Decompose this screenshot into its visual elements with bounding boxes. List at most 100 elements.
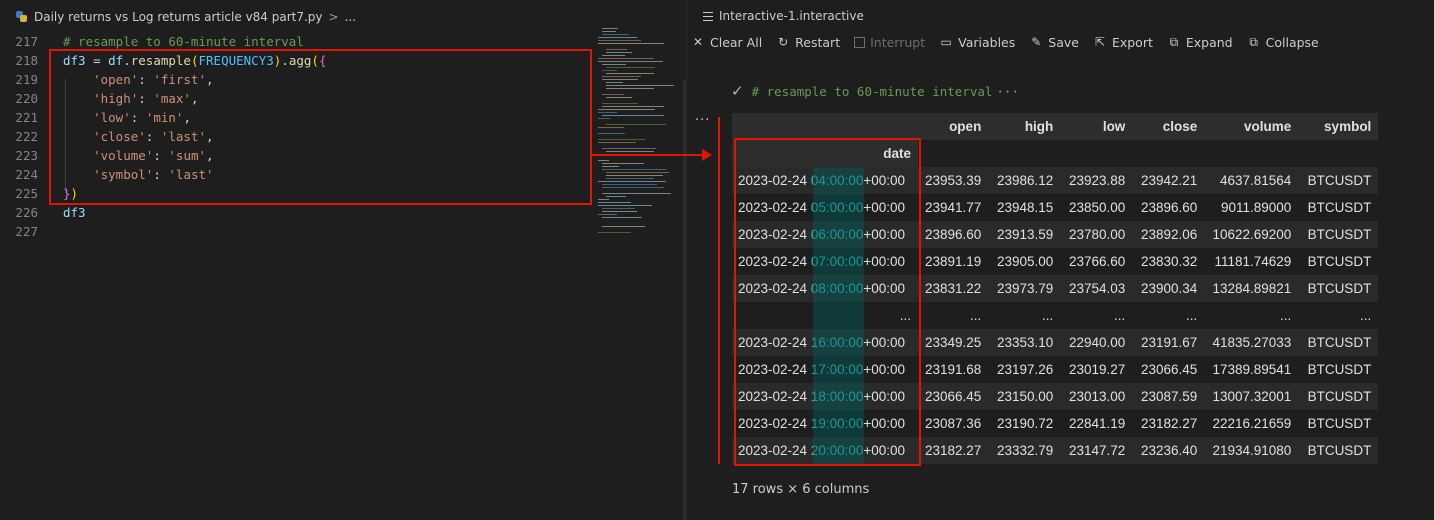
interrupt-button[interactable]: Interrupt (854, 35, 925, 50)
code-token: { (318, 53, 327, 68)
cell-low: 23850.00 (1069, 200, 1126, 215)
code-line[interactable]: 218 df3 = df.resample(FREQUENCY3).agg({ (0, 51, 590, 70)
code-token: , (206, 148, 214, 163)
row-date: 2023-02-24 (738, 200, 811, 215)
save-icon: ✎ (1031, 35, 1042, 49)
code-token: 'max' (153, 91, 191, 106)
code-token: 'volume' (93, 148, 154, 163)
minimap-line (602, 193, 671, 194)
index-header-spacer (918, 140, 989, 167)
export-button[interactable]: ⇱ Export (1093, 35, 1153, 50)
cell-symbol: BTCUSDT (1307, 389, 1372, 404)
clear-all-button[interactable]: ✕ Clear All (691, 35, 762, 50)
breadcrumb-ellipsis[interactable]: ... (345, 10, 356, 24)
minimap[interactable] (594, 26, 680, 239)
collapse-icon: ⧉ (1249, 35, 1258, 49)
code-line[interactable]: 219 'open': 'first', (0, 70, 590, 89)
row-date: 2023-02-24 (738, 389, 811, 404)
code-token: resample (130, 53, 191, 68)
code-token: : (130, 110, 146, 125)
minimap-line (602, 184, 657, 185)
row-timezone: +00:00 (863, 173, 906, 188)
cell-low: 23019.27 (1069, 362, 1126, 377)
minimap-line (602, 64, 626, 65)
minimap-line (602, 187, 664, 188)
cell-high: 23150.00 (997, 389, 1054, 404)
python-file-icon (16, 11, 28, 23)
code-line[interactable]: 217 # resample to 60-minute interval (0, 32, 590, 51)
interactive-tab-title[interactable]: Interactive-1.interactive (703, 9, 864, 23)
row-timezone: +00:00 (863, 362, 906, 377)
minimap-line (598, 202, 631, 203)
cell-more-indicator[interactable]: ··· (996, 84, 1019, 99)
restart-button[interactable]: ↻ Restart (776, 35, 840, 50)
code-editor[interactable]: 217 # resample to 60-minute interval 218 df… (0, 34, 680, 239)
code-line[interactable]: 226 df3 (0, 203, 590, 222)
column-header-open: open (949, 119, 982, 134)
cell-close: 23087.59 (1141, 389, 1198, 404)
minimap-line (598, 160, 609, 161)
row-date: 2023-02-24 (738, 254, 811, 269)
variables-button[interactable]: ▭ Variables (939, 35, 1015, 50)
breadcrumb-file-name[interactable]: Daily returns vs Log returns article v84… (34, 10, 323, 24)
code-token: , (206, 129, 214, 144)
minimap-line (602, 103, 638, 104)
cell-close: 23900.34 (1141, 281, 1198, 296)
row-timezone: +00:00 (863, 254, 906, 269)
code-token: ( (311, 53, 319, 68)
code-token: df3 (63, 205, 86, 220)
cell-symbol: BTCUSDT (1307, 173, 1372, 188)
code-line[interactable]: 222 'close': 'last', (0, 127, 590, 146)
code-line[interactable]: 221 'low': 'min', (0, 108, 590, 127)
minimap-line (598, 232, 631, 233)
interactive-toolbar: ✕ Clear All ↻ Restart Interrupt ▭ Variables ✎ Sa… (691, 31, 1333, 53)
cell-volume: 22216.21659 (1212, 416, 1292, 431)
code-token: = (85, 53, 109, 68)
variables-label: Variables (958, 34, 1016, 50)
row-date: 2023-02-24 (738, 443, 811, 458)
cell-open: 23891.19 (925, 254, 982, 269)
line-number: 223 (15, 148, 38, 163)
minimap-line (606, 67, 655, 68)
cell-open: 23066.45 (925, 389, 982, 404)
collapse-button[interactable]: ⧉ Collapse (1247, 35, 1318, 50)
cell-volume: 13284.89821 (1212, 281, 1292, 296)
output-more-button[interactable]: ··· (695, 113, 710, 128)
export-label: Export (1111, 34, 1153, 50)
index-header-spacer (1060, 140, 1133, 167)
line-number: 224 (15, 167, 38, 182)
code-token: ( (190, 53, 199, 68)
annotation-arrow-head (702, 149, 712, 161)
table-index-header-row: date (732, 140, 1379, 167)
minimap-line (602, 106, 664, 107)
code-token: agg (288, 53, 312, 68)
minimap-line (598, 139, 645, 140)
code-line[interactable]: 224 'symbol': 'last' (0, 165, 590, 184)
list-icon (703, 11, 713, 21)
index-header-spacer (1298, 140, 1379, 167)
restart-label: Restart (795, 34, 841, 50)
table-header-row: open high low close volume symbol (732, 113, 1379, 140)
expand-button[interactable]: ⧉ Expand (1167, 35, 1233, 50)
interactive-tab-label: Interactive-1.interactive (719, 9, 864, 23)
table-shape-text: 17 rows × 6 columns (732, 482, 870, 497)
minimap-line (602, 217, 642, 218)
interactive-pane: Interactive-1.interactive ✕ Clear All ↻ Res… (686, 0, 1434, 520)
code-line[interactable]: 220 'high': 'max', (0, 89, 590, 108)
cell-header[interactable]: ✓ # resample to 60-minute interval ··· (731, 82, 1019, 100)
minimap-line (598, 142, 636, 143)
column-header-close: close (1162, 119, 1198, 134)
code-token: , (183, 110, 191, 125)
column-header-high: high (1024, 119, 1054, 134)
line-number: 222 (15, 129, 38, 144)
save-button[interactable]: ✎ Save (1029, 35, 1079, 50)
cell-close: 23830.32 (1141, 254, 1198, 269)
code-line[interactable]: 223 'volume': 'sum', (0, 146, 590, 165)
cell-high: 23190.72 (997, 416, 1054, 431)
code-text: 'low': 'min', (63, 108, 191, 127)
cell-volume: 41835.27033 (1212, 335, 1292, 350)
cell-open: ... (970, 308, 982, 323)
breadcrumb[interactable]: Daily returns vs Log returns article v84… (0, 0, 680, 34)
code-line[interactable]: 225}) (0, 184, 590, 203)
line-number: 217 (15, 34, 38, 49)
